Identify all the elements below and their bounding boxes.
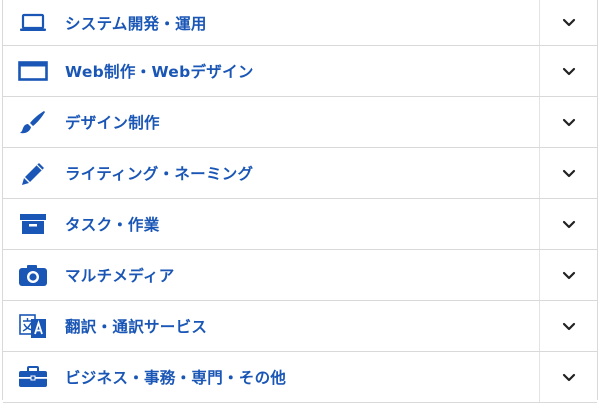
category-label: デザイン制作	[65, 114, 160, 132]
category-row-tasks[interactable]: タスク・作業	[3, 199, 597, 250]
paintbrush-icon	[17, 107, 49, 137]
category-row-web-production[interactable]: Web制作・Webデザイン	[3, 46, 597, 97]
category-label: タスク・作業	[65, 216, 160, 234]
category-row-design[interactable]: デザイン制作	[3, 97, 597, 148]
translate-icon	[17, 311, 49, 341]
browser-window-icon	[17, 56, 49, 86]
category-row-business[interactable]: ビジネス・事務・専門・その他	[3, 352, 597, 403]
category-row-system-development[interactable]: システム開発・運用	[3, 0, 597, 46]
archive-box-icon	[17, 209, 49, 239]
pencil-icon	[17, 158, 49, 188]
expand-toggle[interactable]	[539, 0, 597, 45]
laptop-icon	[17, 8, 49, 38]
chevron-down-icon	[562, 118, 575, 126]
category-accordion-list: システム開発・運用 Web制作・Webデザイン デザイン制作 ライティング・ネー…	[2, 0, 598, 403]
chevron-down-icon	[562, 220, 575, 228]
expand-toggle[interactable]	[539, 301, 597, 351]
chevron-down-icon	[562, 271, 575, 279]
category-label: Web制作・Webデザイン	[65, 63, 254, 81]
expand-toggle[interactable]	[539, 250, 597, 300]
category-label: ビジネス・事務・専門・その他	[65, 369, 287, 387]
chevron-down-icon	[562, 18, 575, 27]
category-label: システム開発・運用	[65, 14, 207, 33]
category-row-multimedia[interactable]: マルチメディア	[3, 250, 597, 301]
briefcase-icon	[17, 362, 49, 392]
expand-toggle[interactable]	[539, 199, 597, 249]
chevron-down-icon	[562, 169, 575, 177]
expand-toggle[interactable]	[539, 148, 597, 198]
expand-toggle[interactable]	[539, 352, 597, 402]
chevron-down-icon	[562, 322, 575, 330]
chevron-down-icon	[562, 373, 575, 381]
chevron-down-icon	[562, 67, 575, 75]
category-label: マルチメディア	[65, 267, 175, 285]
category-row-writing[interactable]: ライティング・ネーミング	[3, 148, 597, 199]
expand-toggle[interactable]	[539, 46, 597, 96]
expand-toggle[interactable]	[539, 97, 597, 147]
category-label: 翻訳・通訳サービス	[65, 318, 208, 336]
category-label: ライティング・ネーミング	[65, 165, 254, 183]
camera-icon	[17, 260, 49, 290]
category-row-translation[interactable]: 翻訳・通訳サービス	[3, 301, 597, 352]
